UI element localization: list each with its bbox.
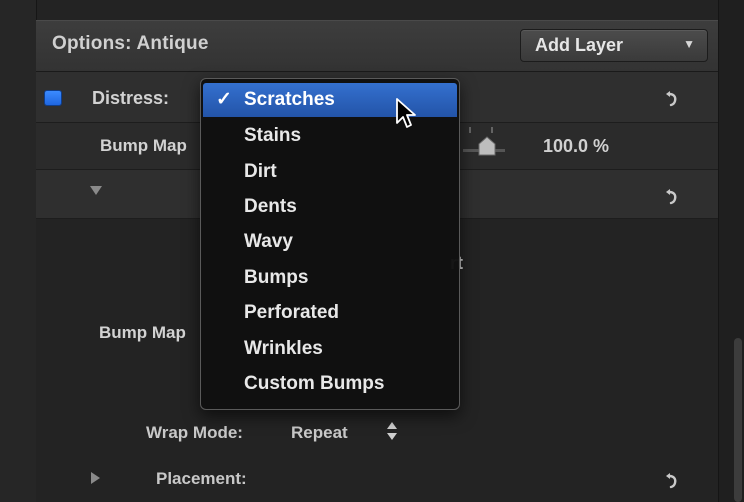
disclosure-right-icon[interactable] <box>91 472 100 484</box>
menu-item-label: Wrinkles <box>244 338 323 359</box>
menu-item-wrinkles[interactable]: Wrinkles <box>203 332 457 366</box>
distress-popup-menu: ✓ Scratches Stains Dirt Dents Wavy Bumps… <box>200 78 460 410</box>
menu-item-perforated[interactable]: Perforated <box>203 296 457 330</box>
wrap-mode-label: Wrap Mode: <box>146 423 243 442</box>
placement-label: Placement: <box>156 469 247 488</box>
distress-enable-checkbox[interactable] <box>45 91 61 105</box>
options-header: Options: Antique Add Layer ▼ <box>36 20 718 72</box>
options-title: Options: Antique <box>52 33 209 54</box>
bump-map-amount-value[interactable]: 100.0 % <box>543 136 609 157</box>
checkmark-icon: ✓ <box>216 89 232 110</box>
distress-label: Distress: <box>92 88 170 108</box>
left-gutter <box>0 0 37 502</box>
add-layer-label: Add Layer <box>535 35 624 55</box>
menu-item-dents[interactable]: Dents <box>203 190 457 224</box>
stepper-icon[interactable] <box>386 420 398 442</box>
menu-item-wavy[interactable]: Wavy <box>203 225 457 259</box>
reset-arrow-icon[interactable] <box>660 186 680 206</box>
reset-arrow-icon[interactable] <box>660 470 680 490</box>
slider-ticks <box>469 127 493 133</box>
mouse-pointer-icon <box>396 98 416 128</box>
bump-map-amount-label: Bump Map <box>100 136 187 155</box>
menu-item-label: Bumps <box>244 267 309 288</box>
scrollbar-thumb[interactable] <box>734 338 742 502</box>
disclosure-down-icon[interactable] <box>90 186 102 195</box>
reset-arrow-icon[interactable] <box>660 88 680 108</box>
inspector-panel: Options: Antique Add Layer ▼ Distress: B… <box>0 0 744 502</box>
menu-item-custom-bumps[interactable]: Custom Bumps <box>203 367 457 401</box>
wrap-mode-value[interactable]: Repeat <box>291 423 348 443</box>
bump-map-slider-knob[interactable] <box>477 136 497 156</box>
menu-item-label: Wavy <box>244 231 293 252</box>
menu-item-label: Stains <box>244 125 302 146</box>
menu-item-bumps[interactable]: Bumps <box>203 261 457 295</box>
menu-item-label: Dents <box>244 196 297 217</box>
menu-item-label: Perforated <box>244 302 340 323</box>
menu-item-dirt[interactable]: Dirt <box>203 155 457 189</box>
chevron-down-icon: ▼ <box>683 37 695 51</box>
menu-item-label: Dirt <box>244 161 277 182</box>
add-layer-button[interactable]: Add Layer ▼ <box>520 29 708 62</box>
menu-item-label: Scratches <box>244 89 335 110</box>
menu-item-label: Custom Bumps <box>244 373 385 394</box>
bump-map-label: Bump Map <box>99 323 186 342</box>
